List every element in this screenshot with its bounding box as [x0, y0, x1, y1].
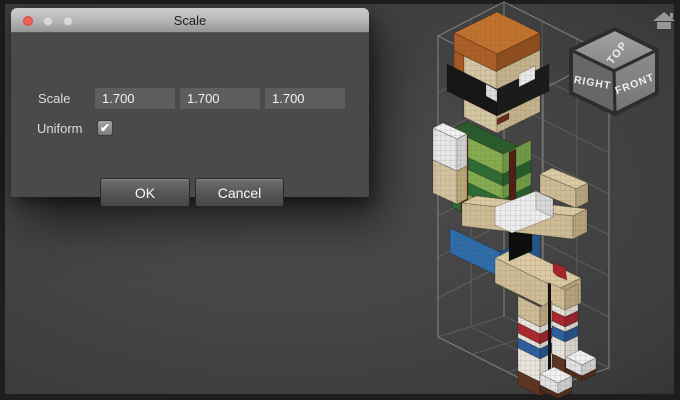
- scale-y-input[interactable]: [180, 88, 260, 109]
- uniform-checkbox[interactable]: ✔: [97, 120, 113, 136]
- dialog-body: Scale Uniform ✔ OK Cancel: [11, 33, 369, 196]
- scale-label: Scale: [38, 91, 71, 106]
- window-controls: [23, 8, 73, 33]
- minimize-button[interactable]: [43, 16, 53, 26]
- home-icon[interactable]: [653, 12, 675, 29]
- zoom-button[interactable]: [63, 16, 73, 26]
- scale-z-input[interactable]: [265, 88, 345, 109]
- scale-x-input[interactable]: [95, 88, 175, 109]
- check-icon: ✔: [100, 121, 110, 135]
- uniform-label: Uniform: [37, 121, 83, 136]
- dialog-titlebar[interactable]: Scale: [11, 8, 369, 33]
- close-button[interactable]: [23, 16, 33, 26]
- view-cube[interactable]: TOP RIGHT FRONT: [571, 29, 657, 114]
- ok-button[interactable]: OK: [100, 178, 190, 207]
- scale-dialog: Scale Scale Uniform ✔ OK Cancel: [11, 8, 369, 197]
- cancel-button[interactable]: Cancel: [195, 178, 284, 207]
- app-window: TOP RIGHT FRONT Scale Scale Uniform: [0, 0, 680, 400]
